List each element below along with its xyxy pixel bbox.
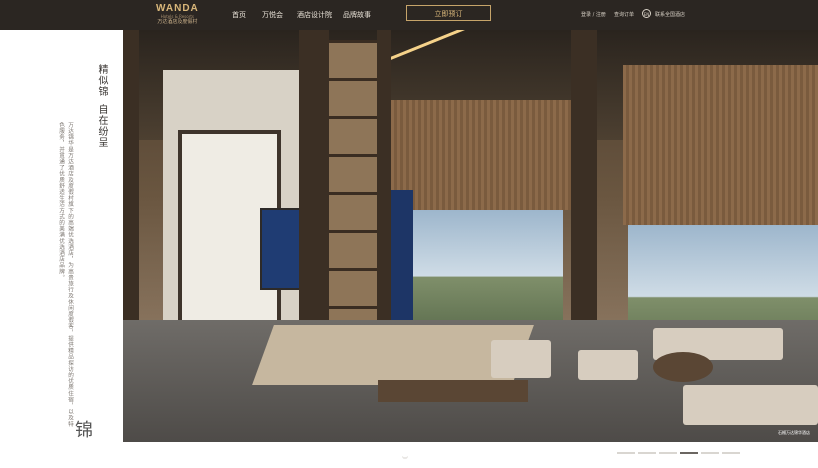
photo-caption: 石榴万达锦华酒店 [778, 430, 810, 435]
window-blinds-right [623, 65, 818, 225]
brand-intro-panel: 精似锦 自在纷呈 万达锦华是万达酒店及度假村旗下的高端优选酒店，为高贵旅行及休闲… [0, 30, 123, 468]
carousel-dot-3[interactable] [659, 452, 677, 454]
carousel-dot-1[interactable] [617, 452, 635, 454]
logo-brand: WANDA [156, 3, 199, 14]
window-center [413, 210, 563, 330]
orders-link[interactable]: 查询订单 [614, 11, 634, 18]
carousel-dot-2[interactable] [638, 452, 656, 454]
brand-description: 万达锦华是万达酒店及度假村旗下的高端优选酒店，为高贵旅行及休闲度假客，提供精品探… [58, 122, 73, 427]
brand-seal-icon: 锦 [75, 420, 93, 441]
nav-brand-story[interactable]: 品牌故事 [343, 10, 371, 20]
carousel-dot-6[interactable] [722, 452, 740, 454]
armchair-center [578, 350, 638, 380]
language-toggle[interactable]: EN [642, 9, 651, 18]
contact-link[interactable]: 联系全国酒店 [655, 11, 685, 18]
book-now-button[interactable]: 立即预订 [406, 5, 491, 21]
pillar-right [571, 30, 597, 360]
wanda-logo[interactable]: WANDA Hotels & Resorts 万达酒店及度假村 [156, 4, 199, 26]
armchair-left [491, 340, 551, 378]
headline-part-1: 精似锦 [96, 64, 107, 97]
logo-cn: 万达酒店及度假村 [157, 19, 198, 25]
window-blinds-center [391, 100, 571, 210]
carousel-dot-5[interactable] [701, 452, 719, 454]
top-nav-bar: WANDA Hotels & Resorts 万达酒店及度假村 首页 万悦会 酒… [0, 0, 818, 30]
nav-design-institute[interactable]: 酒店设计院 [297, 10, 332, 20]
carousel-dot-4[interactable] [680, 452, 698, 454]
headline-part-2: 自在纷呈 [96, 104, 107, 148]
hero-image: 石榴万达锦华酒店 [123, 30, 818, 442]
sofa-front [683, 385, 818, 425]
nav-club[interactable]: 万悦会 [262, 10, 283, 20]
console-table [378, 380, 528, 402]
scroll-down-icon[interactable]: ︾ [396, 458, 414, 464]
login-link[interactable]: 登录 / 注册 [581, 11, 606, 18]
blue-tapestry [260, 208, 302, 290]
patterned-column [391, 190, 413, 330]
nav-home[interactable]: 首页 [232, 10, 246, 20]
coffee-table [653, 352, 713, 382]
